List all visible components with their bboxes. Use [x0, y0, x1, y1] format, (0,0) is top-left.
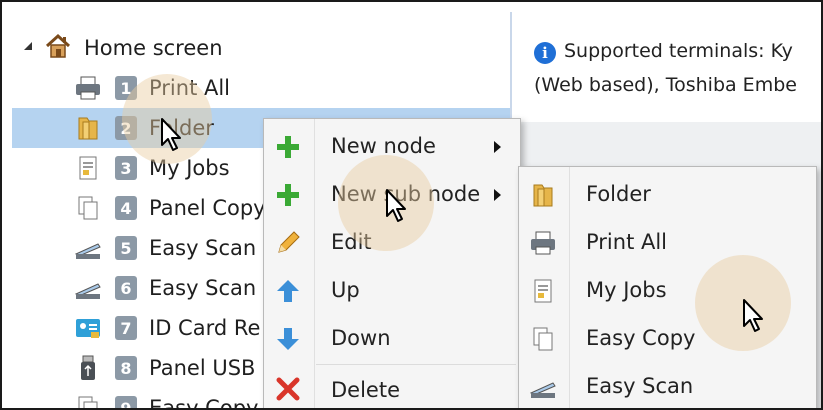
menu-item-label: Down [331, 326, 391, 350]
menu-item-label: Delete [331, 378, 400, 402]
node-number-badge: 9 [115, 396, 137, 408]
info-text-line-2: (Web based), Toshiba Embe [534, 74, 797, 96]
menu-item-label: Up [331, 278, 360, 302]
tree-item-1[interactable]: 1 Print All [12, 68, 510, 108]
scanner-icon [74, 274, 102, 302]
menu-item-up[interactable]: Up [264, 267, 520, 315]
copy-pages-icon [529, 325, 557, 353]
scanner-icon [74, 234, 102, 262]
jobs-document-icon [529, 277, 557, 305]
tree-item-label: Easy Copy [149, 396, 259, 410]
plus-icon [274, 133, 302, 161]
jobs-document-icon [74, 154, 102, 182]
node-number-badge: 7 [115, 316, 137, 340]
submenu-item-label: Easy Copy [586, 326, 696, 350]
submenu-item-label: Folder [586, 182, 651, 206]
tree-item-label: Panel USB [149, 356, 256, 380]
submenu-arrow-icon [494, 141, 501, 153]
node-number-badge: 3 [115, 156, 137, 180]
submenu-item-label: Easy Scan [586, 374, 694, 398]
tree-root-home-screen[interactable]: Home screen [12, 28, 510, 68]
node-number-badge: 6 [115, 276, 137, 300]
submenu-item-print-all[interactable]: Print All [519, 219, 816, 267]
plus-icon [274, 181, 302, 209]
mouse-pointer-icon [161, 118, 181, 151]
copy-pages-icon [74, 394, 102, 408]
collapse-triangle-icon[interactable] [24, 42, 32, 50]
mouse-pointer-icon [386, 189, 406, 222]
printer-icon [529, 229, 557, 257]
scanner-icon [529, 373, 557, 401]
submenu-item-label: My Jobs [586, 278, 667, 302]
folder-icon [74, 114, 102, 142]
node-number-badge: 4 [115, 196, 137, 220]
tree-item-label: Panel Copy [149, 196, 266, 220]
tree-item-label: Easy Scan - [149, 236, 271, 260]
house-icon [44, 32, 72, 60]
arrow-down-icon [274, 325, 302, 353]
info-icon: i [534, 42, 556, 64]
usb-drive-icon [74, 354, 102, 382]
arrow-up-icon [274, 277, 302, 305]
submenu: Folder Print All My Jobs Easy Copy Easy [518, 166, 817, 408]
submenu-arrow-icon [494, 189, 501, 201]
tree-item-label: ID Card Re [149, 316, 261, 340]
info-panel: i Supported terminals: Ky (Web based), T… [512, 12, 821, 122]
tree-root-label: Home screen [84, 36, 223, 60]
application-window: Home screen 1 Print All 2 Folder 3 My Jo… [0, 0, 823, 410]
delete-x-icon [274, 375, 302, 403]
tree-item-label: Easy Scan - [149, 276, 271, 300]
submenu-item-folder[interactable]: Folder [519, 171, 816, 219]
info-text-line-1: Supported terminals: Ky [564, 40, 793, 62]
menu-item-delete[interactable]: Delete [264, 365, 520, 408]
printer-icon [74, 74, 102, 102]
copy-pages-icon [74, 194, 102, 222]
submenu-item-easy-scan[interactable]: Easy Scan [519, 363, 816, 408]
pencil-icon [274, 229, 302, 257]
menu-item-down[interactable]: Down [264, 315, 520, 363]
submenu-item-label: Print All [586, 230, 668, 254]
folder-icon [529, 181, 557, 209]
node-number-badge: 5 [115, 236, 137, 260]
context-menu: New node New sub node Edit Up Down Delet… [263, 118, 521, 408]
mouse-pointer-icon [743, 299, 763, 332]
node-number-badge: 8 [115, 356, 137, 380]
id-card-icon [74, 314, 102, 342]
